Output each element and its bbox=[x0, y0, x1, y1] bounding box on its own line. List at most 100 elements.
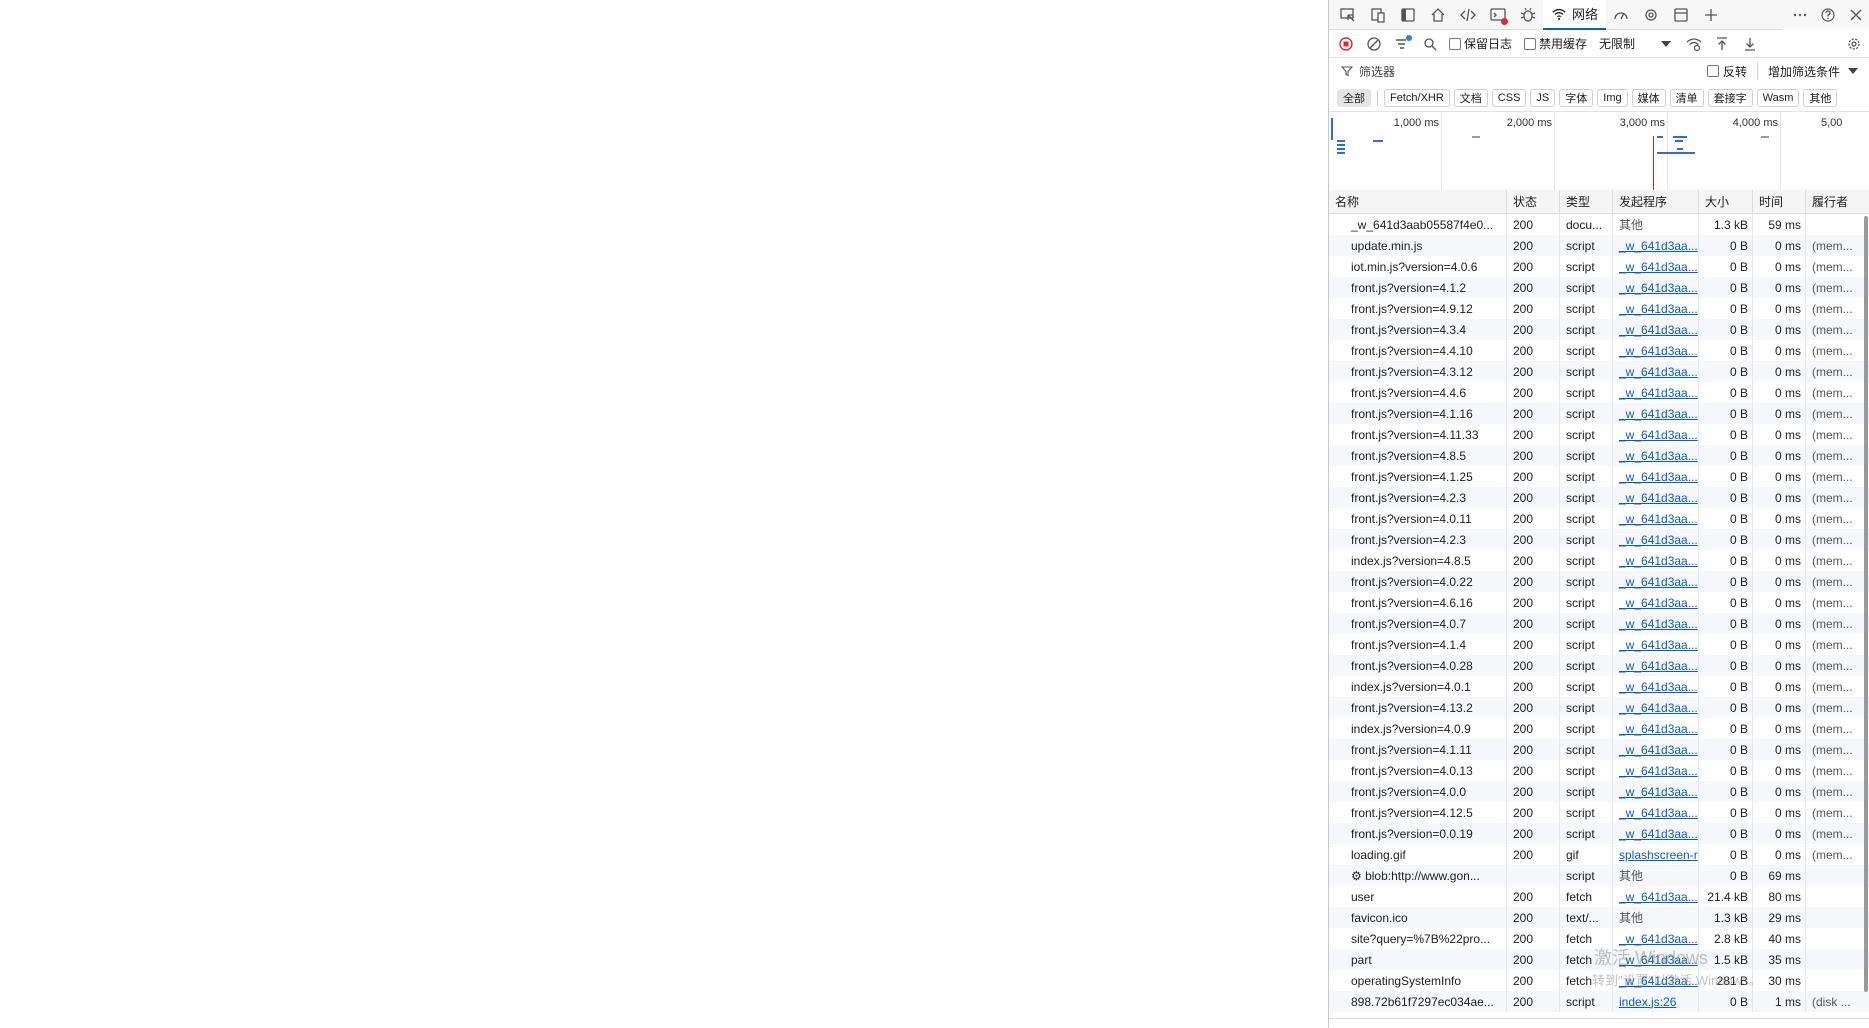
request-initiator[interactable]: _w_641d3aa... bbox=[1613, 739, 1699, 760]
table-scrollbar-thumb[interactable] bbox=[1864, 216, 1868, 992]
table-row[interactable]: user 200 fetch _w_641d3aa... 21.4 kB 80 ms bbox=[1329, 886, 1869, 907]
table-row[interactable]: front.js?version=4.3.12 200 script _w_641d3… bbox=[1329, 361, 1869, 382]
disable-cache-box[interactable] bbox=[1524, 37, 1537, 50]
request-initiator[interactable]: _w_641d3aa... bbox=[1613, 886, 1699, 907]
request-initiator[interactable]: _w_641d3aa... bbox=[1613, 760, 1699, 781]
invert-box[interactable] bbox=[1707, 65, 1719, 77]
request-initiator[interactable]: _w_641d3aa... bbox=[1613, 781, 1699, 802]
disable-cache-checkbox[interactable]: 禁用缓存 bbox=[1524, 35, 1587, 52]
request-initiator[interactable]: _w_641d3aa... bbox=[1613, 382, 1699, 403]
inspect-element-icon[interactable] bbox=[1333, 1, 1363, 29]
type-chip-media[interactable]: 媒体 bbox=[1631, 88, 1666, 107]
request-initiator[interactable]: _w_641d3aa... bbox=[1613, 424, 1699, 445]
request-initiator[interactable]: _w_641d3aa... bbox=[1613, 487, 1699, 508]
filter-toggle-icon[interactable] bbox=[1389, 32, 1415, 56]
type-chip-all[interactable]: 全部 bbox=[1337, 88, 1371, 107]
help-icon[interactable] bbox=[1815, 1, 1841, 29]
type-chip-font[interactable]: 字体 bbox=[1559, 88, 1594, 107]
column-time[interactable]: 时间 bbox=[1753, 189, 1806, 214]
preserve-log-box[interactable] bbox=[1449, 37, 1461, 50]
table-row[interactable]: front.js?version=4.0.0 200 script _w_641d3a… bbox=[1329, 781, 1869, 802]
table-row[interactable]: front.js?version=4.8.5 200 script _w_641d3a… bbox=[1329, 445, 1869, 466]
dock-side-icon[interactable] bbox=[1393, 1, 1423, 29]
request-initiator[interactable]: _w_641d3aa... bbox=[1613, 718, 1699, 739]
type-chip-wasm[interactable]: Wasm bbox=[1756, 88, 1800, 107]
request-initiator[interactable]: _w_641d3aa... bbox=[1613, 529, 1699, 550]
type-chip-fetch-xhr[interactable]: Fetch/XHR bbox=[1384, 88, 1450, 107]
column-status[interactable]: 状态 bbox=[1507, 189, 1560, 214]
request-initiator[interactable]: _w_641d3aa... bbox=[1613, 235, 1699, 256]
table-row[interactable]: front.js?version=4.2.3 200 script _w_641d3a… bbox=[1329, 487, 1869, 508]
request-initiator[interactable]: _w_641d3aa... bbox=[1613, 256, 1699, 277]
table-row[interactable]: front.js?version=4.2.3 200 script _w_641d3a… bbox=[1329, 529, 1869, 550]
table-row[interactable]: index.js?version=4.8.5 200 script _w_641d3a… bbox=[1329, 550, 1869, 571]
request-initiator[interactable]: _w_641d3aa... bbox=[1613, 697, 1699, 718]
type-chip-img[interactable]: Img bbox=[1597, 88, 1628, 107]
table-row[interactable]: front.js?version=4.0.7 200 script _w_641d3a… bbox=[1329, 613, 1869, 634]
table-row[interactable]: front.js?version=4.3.4 200 script _w_641d3a… bbox=[1329, 319, 1869, 340]
tab-network[interactable]: 网络 bbox=[1543, 0, 1607, 30]
memory-gear-icon[interactable] bbox=[1636, 1, 1666, 29]
request-initiator[interactable]: _w_641d3aa... bbox=[1613, 676, 1699, 697]
network-overview-timeline[interactable]: 1,000 ms 2,000 ms 3,000 ms 4,000 ms 5,00 bbox=[1329, 112, 1869, 191]
type-chip-socket[interactable]: 套接字 bbox=[1707, 88, 1753, 107]
request-initiator[interactable]: _w_641d3aa... bbox=[1613, 403, 1699, 424]
request-initiator[interactable]: splashscreen-r bbox=[1613, 844, 1699, 865]
column-size[interactable]: 大小 bbox=[1699, 189, 1753, 214]
search-icon[interactable] bbox=[1417, 32, 1443, 56]
table-row[interactable]: front.js?version=4.0.11 200 script _w_641d3… bbox=[1329, 508, 1869, 529]
export-har-icon[interactable] bbox=[1737, 32, 1763, 56]
request-initiator[interactable]: _w_641d3aa... bbox=[1613, 613, 1699, 634]
request-initiator[interactable]: _w_641d3aa... bbox=[1613, 298, 1699, 319]
table-row[interactable]: front.js?version=4.0.22 200 script _w_641d3… bbox=[1329, 571, 1869, 592]
request-initiator[interactable]: _w_641d3aa... bbox=[1613, 277, 1699, 298]
import-har-icon[interactable] bbox=[1709, 32, 1735, 56]
clear-icon[interactable] bbox=[1361, 32, 1387, 56]
more-options-icon[interactable] bbox=[1787, 1, 1813, 29]
column-fulfilled-by[interactable]: 履行者 bbox=[1806, 190, 1869, 214]
table-row[interactable]: update.min.js 200 script _w_641d3aa... 0 B0 … bbox=[1329, 235, 1869, 256]
request-initiator[interactable]: _w_641d3aa... bbox=[1613, 361, 1699, 382]
welcome-home-icon[interactable] bbox=[1423, 1, 1453, 29]
add-filter-dropdown[interactable]: 增加筛选条件 bbox=[1768, 63, 1859, 80]
request-initiator[interactable]: _w_641d3aa... bbox=[1613, 445, 1699, 466]
table-row[interactable]: favicon.ico 200 text/... 其他 1.3 kB 29 ms bbox=[1329, 907, 1869, 928]
table-row[interactable]: front.js?version=4.6.16 200 script _w_641d3… bbox=[1329, 592, 1869, 613]
table-row[interactable]: front.js?version=4.0.28 200 script _w_641d3… bbox=[1329, 655, 1869, 676]
console-icon[interactable] bbox=[1483, 1, 1513, 29]
table-row[interactable]: front.js?version=4.1.11 200 script _w_641d3… bbox=[1329, 739, 1869, 760]
request-initiator[interactable]: _w_641d3aa... bbox=[1613, 550, 1699, 571]
type-chip-js[interactable]: JS bbox=[1530, 88, 1556, 107]
add-tool-icon[interactable] bbox=[1696, 1, 1726, 29]
page-viewport[interactable] bbox=[0, 0, 1328, 1028]
request-initiator[interactable]: _w_641d3aa... bbox=[1613, 823, 1699, 844]
table-row[interactable]: front.js?version=4.4.10 200 script _w_641d3… bbox=[1329, 340, 1869, 361]
table-row[interactable]: front.js?version=4.13.2 200 script _w_641d3… bbox=[1329, 697, 1869, 718]
request-initiator[interactable]: _w_641d3aa... bbox=[1613, 508, 1699, 529]
throttling-select[interactable]: 无限制 bbox=[1599, 35, 1672, 52]
network-conditions-icon[interactable] bbox=[1681, 32, 1707, 56]
request-initiator[interactable]: _w_641d3aa... bbox=[1613, 571, 1699, 592]
column-initiator[interactable]: 发起程序 bbox=[1613, 189, 1699, 214]
column-name[interactable]: 名称 bbox=[1329, 189, 1507, 214]
request-initiator[interactable]: _w_641d3aa... bbox=[1613, 340, 1699, 361]
request-initiator[interactable]: index.js:26 bbox=[1613, 991, 1699, 1012]
table-row[interactable]: index.js?version=4.0.1 200 script _w_641d3a… bbox=[1329, 676, 1869, 697]
table-row[interactable]: front.js?version=4.1.25 200 script _w_641d3… bbox=[1329, 466, 1869, 487]
table-row[interactable]: iot.min.js?version=4.0.6 200 script _w_641d… bbox=[1329, 256, 1869, 277]
preserve-log-checkbox[interactable]: 保留日志 bbox=[1449, 35, 1512, 52]
table-row[interactable]: front.js?version=4.11.33 200 script _w_641d… bbox=[1329, 424, 1869, 445]
record-stop-icon[interactable] bbox=[1333, 32, 1359, 56]
type-chip-doc[interactable]: 文档 bbox=[1453, 88, 1488, 107]
type-chip-css[interactable]: CSS bbox=[1491, 88, 1527, 107]
request-initiator[interactable]: _w_641d3aa... bbox=[1613, 655, 1699, 676]
table-row[interactable]: loading.gif 200 gif splashscreen-r 0 B0 ms (m… bbox=[1329, 844, 1869, 865]
type-chip-manifest[interactable]: 清单 bbox=[1669, 88, 1704, 107]
elements-code-icon[interactable] bbox=[1453, 1, 1483, 29]
table-row[interactable]: ⚙ blob:http://www.gon... script 其他 0 B 69 ms bbox=[1329, 865, 1869, 886]
table-row[interactable]: front.js?version=4.12.5 200 script _w_641d3… bbox=[1329, 802, 1869, 823]
request-initiator[interactable]: _w_641d3aa... bbox=[1613, 466, 1699, 487]
table-row[interactable]: front.js?version=4.1.4 200 script _w_641d3a… bbox=[1329, 634, 1869, 655]
table-row[interactable]: front.js?version=4.4.6 200 script _w_641d3a… bbox=[1329, 382, 1869, 403]
type-chip-other[interactable]: 其他 bbox=[1803, 88, 1838, 107]
